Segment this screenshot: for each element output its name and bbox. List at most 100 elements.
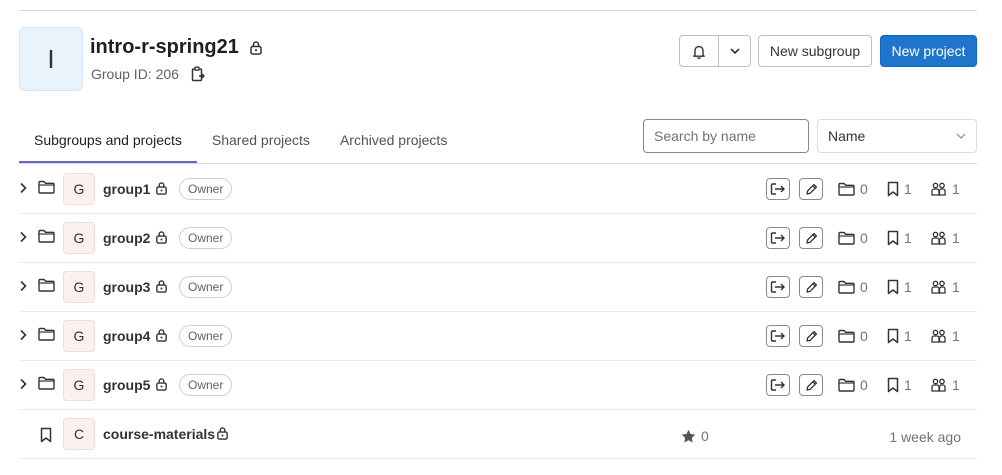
subgroup-avatar[interactable]: G bbox=[63, 222, 95, 254]
folder-icon bbox=[838, 329, 855, 343]
subgroup-count: 0 bbox=[838, 328, 868, 344]
subgroup-name[interactable]: group3 bbox=[103, 279, 150, 295]
folder-icon bbox=[838, 182, 855, 196]
project-count-value: 1 bbox=[904, 279, 912, 295]
updated-time: 1 week ago bbox=[889, 429, 961, 445]
bookmark-icon bbox=[40, 427, 52, 443]
subgroup-row[interactable]: Ggroup4 Owner 0 1 1 bbox=[19, 312, 977, 361]
group-avatar[interactable]: I bbox=[19, 27, 83, 91]
subgroup-name[interactable]: group4 bbox=[103, 328, 150, 344]
star-count: 0 bbox=[681, 428, 709, 444]
subgroup-row[interactable]: Ggroup5 Owner 0 1 1 bbox=[19, 361, 977, 410]
edit-group-button[interactable] bbox=[799, 374, 823, 396]
notifications-button[interactable] bbox=[679, 35, 719, 67]
bookmark-icon bbox=[887, 230, 899, 246]
copy-clipboard-icon[interactable] bbox=[191, 66, 205, 82]
edit-group-button[interactable] bbox=[799, 178, 823, 200]
lock-icon bbox=[155, 230, 168, 244]
tab-shared-projects[interactable]: Shared projects bbox=[197, 116, 325, 163]
leave-group-button[interactable] bbox=[766, 178, 790, 200]
group-id: Group ID: 206 bbox=[91, 66, 179, 82]
lock-icon bbox=[249, 40, 263, 55]
project-row[interactable]: C course-materials 0 1 week ago bbox=[19, 410, 977, 459]
subgroup-row[interactable]: Ggroup3 Owner 0 1 1 bbox=[19, 263, 977, 312]
new-project-button[interactable]: New project bbox=[880, 35, 977, 67]
group-title-wrap: intro-r-spring21 bbox=[90, 36, 263, 59]
subgroup-avatar[interactable]: G bbox=[63, 173, 95, 205]
subgroup-count: 0 bbox=[838, 279, 868, 295]
project-count: 1 bbox=[887, 328, 912, 344]
subgroup-avatar[interactable]: G bbox=[63, 320, 95, 352]
project-count: 1 bbox=[887, 181, 912, 197]
subgroup-avatar[interactable]: G bbox=[63, 271, 95, 303]
subgroup-name[interactable]: group2 bbox=[103, 230, 150, 246]
folder-icon bbox=[38, 376, 55, 390]
folder-icon bbox=[38, 229, 55, 243]
subgroup-count: 0 bbox=[838, 230, 868, 246]
lock-icon bbox=[155, 279, 168, 293]
leave-group-button[interactable] bbox=[766, 325, 790, 347]
subgroup-name[interactable]: group1 bbox=[103, 181, 150, 197]
lock-icon bbox=[216, 426, 229, 440]
pencil-icon bbox=[805, 232, 818, 245]
leave-group-button[interactable] bbox=[766, 227, 790, 249]
users-icon bbox=[931, 378, 947, 392]
project-avatar[interactable]: C bbox=[63, 418, 95, 450]
bookmark-icon bbox=[887, 328, 899, 344]
project-count: 1 bbox=[887, 279, 912, 295]
pencil-icon bbox=[805, 281, 818, 294]
subgroup-count-value: 0 bbox=[860, 230, 868, 246]
project-name[interactable]: course-materials bbox=[103, 426, 215, 442]
project-count-value: 1 bbox=[904, 230, 912, 246]
member-count-value: 1 bbox=[952, 377, 960, 393]
member-count: 1 bbox=[931, 230, 960, 246]
chevron-right-icon[interactable] bbox=[19, 329, 27, 341]
project-count-value: 1 bbox=[904, 377, 912, 393]
bookmark-icon bbox=[887, 377, 899, 393]
subgroup-count-value: 0 bbox=[860, 279, 868, 295]
leave-group-button[interactable] bbox=[766, 374, 790, 396]
leave-icon bbox=[770, 232, 786, 244]
subgroup-avatar[interactable]: G bbox=[63, 369, 95, 401]
edit-group-button[interactable] bbox=[799, 227, 823, 249]
project-count-value: 1 bbox=[904, 328, 912, 344]
sort-dropdown[interactable]: Name bbox=[817, 119, 977, 153]
leave-icon bbox=[770, 281, 786, 293]
subgroup-row[interactable]: Ggroup1 Owner 0 1 1 bbox=[19, 165, 977, 214]
chevron-right-icon[interactable] bbox=[19, 378, 27, 390]
leave-icon bbox=[770, 379, 786, 391]
users-icon bbox=[931, 329, 947, 343]
folder-icon bbox=[38, 278, 55, 292]
subgroup-row[interactable]: Ggroup2 Owner 0 1 1 bbox=[19, 214, 977, 263]
sort-selected: Name bbox=[828, 128, 866, 144]
chevron-down-icon bbox=[729, 48, 740, 54]
chevron-right-icon[interactable] bbox=[19, 280, 27, 292]
subgroup-count-value: 0 bbox=[860, 328, 868, 344]
notifications-dropdown-button[interactable] bbox=[718, 35, 751, 67]
folder-icon bbox=[838, 231, 855, 245]
edit-group-button[interactable] bbox=[799, 325, 823, 347]
subgroup-count-value: 0 bbox=[860, 181, 868, 197]
project-count: 1 bbox=[887, 377, 912, 393]
role-badge: Owner bbox=[179, 325, 233, 347]
tab-subgroups-and-projects[interactable]: Subgroups and projects bbox=[19, 116, 197, 163]
lock-icon bbox=[155, 377, 168, 391]
role-badge: Owner bbox=[179, 178, 233, 200]
member-count-value: 1 bbox=[952, 181, 960, 197]
subgroup-count-value: 0 bbox=[860, 377, 868, 393]
edit-group-button[interactable] bbox=[799, 276, 823, 298]
tab-archived-projects[interactable]: Archived projects bbox=[325, 116, 462, 163]
group-name[interactable]: intro-r-spring21 bbox=[90, 36, 239, 59]
pencil-icon bbox=[805, 183, 818, 196]
search-input[interactable] bbox=[643, 119, 809, 153]
chevron-right-icon[interactable] bbox=[19, 231, 27, 243]
folder-icon bbox=[38, 327, 55, 341]
project-count: 1 bbox=[887, 230, 912, 246]
leave-group-button[interactable] bbox=[766, 276, 790, 298]
project-count-value: 1 bbox=[904, 181, 912, 197]
pencil-icon bbox=[805, 379, 818, 392]
new-subgroup-button[interactable]: New subgroup bbox=[758, 35, 872, 67]
star-count-value: 0 bbox=[701, 428, 709, 444]
chevron-right-icon[interactable] bbox=[19, 182, 27, 194]
subgroup-name[interactable]: group5 bbox=[103, 377, 150, 393]
